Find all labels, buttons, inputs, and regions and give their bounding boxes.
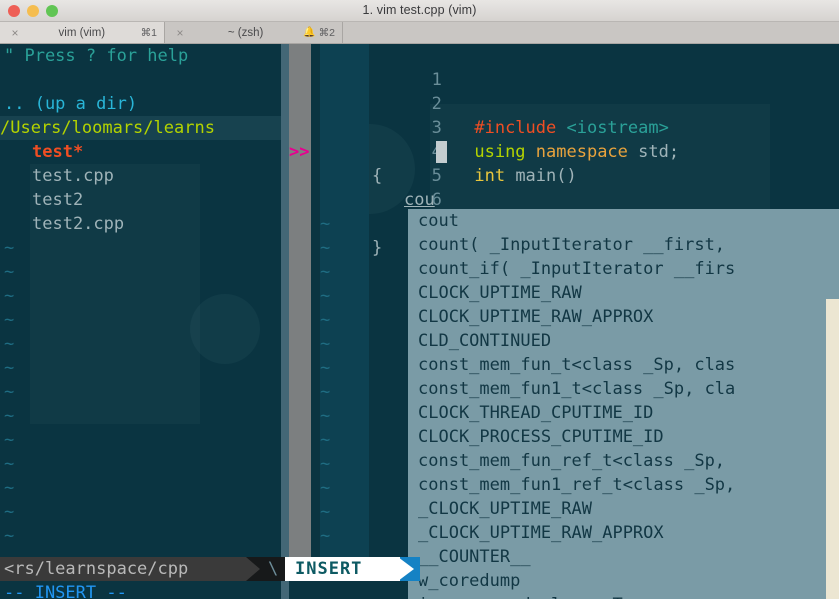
tab-bar-filler [343, 22, 839, 43]
autocomplete-item[interactable]: CLOCK_THREAD_CPUTIME_ID [418, 401, 653, 425]
status-separator: \ [268, 559, 279, 579]
nerdtree-filler: ~ [4, 382, 15, 402]
nerdtree-filler: ~ [4, 406, 15, 426]
autocomplete-item[interactable]: const_mem_fun1_t<class _Sp, cla [418, 377, 735, 401]
editor-filler: ~ [320, 502, 331, 522]
autocomplete-item[interactable]: cout [418, 209, 459, 233]
nerdtree-entry-test2-cpp[interactable]: test2.cpp [32, 212, 124, 236]
bell-icon: 🔔 [303, 27, 316, 38]
line-number: 3 [431, 118, 442, 138]
vim-scrollbar[interactable] [289, 44, 311, 557]
editor-filler: ~ [320, 286, 331, 306]
tab-shortcut: ⌘2 [318, 26, 335, 39]
code-token: main() [515, 166, 577, 186]
status-file-path: <rs/learnspace/cpp [0, 557, 246, 581]
code-line[interactable]: 1 #include <iostream> [320, 44, 669, 138]
window-titlebar: 1. vim test.cpp (vim) [0, 0, 839, 22]
tab-vim[interactable]: × vim (vim) ⌘1 [0, 22, 165, 43]
code-line[interactable]: 4 { [320, 116, 442, 186]
text-cursor [436, 141, 447, 163]
autocomplete-popup[interactable]: cout count( _InputIterator __first, coun… [408, 209, 839, 599]
nerdtree-filler: ~ [4, 358, 15, 378]
nerdtree-filler: ~ [4, 310, 15, 330]
code-line-active[interactable]: 5 cou [320, 140, 447, 210]
editor-filler: ~ [320, 310, 331, 330]
window-title: 1. vim test.cpp (vim) [362, 3, 477, 17]
line-number: 2 [431, 94, 442, 114]
editor-filler: ~ [320, 406, 331, 426]
powerline-arrow-icon [398, 557, 414, 581]
code-line[interactable]: 2 using namespace std; [320, 68, 679, 162]
vim-terminal-window: 1. vim test.cpp (vim) × vim (vim) ⌘1 × ~… [0, 0, 839, 599]
tab-zsh[interactable]: × ~ (zsh) 🔔 ⌘2 [165, 22, 343, 43]
editor-filler: ~ [320, 526, 331, 546]
window-splitter[interactable] [281, 44, 289, 599]
autocomplete-item[interactable]: CLOCK_PROCESS_CPUTIME_ID [418, 425, 664, 449]
autocomplete-item[interactable]: _CLOCK_UPTIME_RAW [418, 497, 592, 521]
nerdtree-filler: ~ [4, 238, 15, 258]
tab-label: ~ (zsh) [227, 26, 264, 39]
autocomplete-item[interactable]: const_mem_fun_ref_t<class _Sp, [418, 449, 725, 473]
editor-filler: ~ [320, 238, 331, 258]
editor-filler: ~ [320, 358, 331, 378]
autocomplete-item[interactable]: _CLOCK_UPTIME_RAW_APPROX [418, 521, 664, 545]
nerdtree-filler: ~ [4, 478, 15, 498]
status-line: <rs/learnspace/cpp \ INSERT [0, 557, 839, 581]
vim-command-line: -- INSERT -- [4, 583, 127, 599]
close-icon[interactable]: × [7, 26, 23, 40]
nerdtree-entry-test[interactable]: test* [32, 140, 83, 164]
tab-label: vim (vim) [58, 26, 106, 39]
nerdtree-filler: ~ [4, 430, 15, 450]
code-line[interactable]: 6 [320, 164, 442, 210]
code-token: } [372, 238, 383, 258]
terminal-content[interactable]: " Press ? for help .. (up a dir) /Users/… [0, 44, 839, 599]
powerline-arrow-icon [246, 557, 260, 581]
editor-filler: ~ [320, 214, 331, 234]
autocomplete-item[interactable]: CLOCK_UPTIME_RAW_APPROX [418, 305, 653, 329]
nerdtree-up-a-dir[interactable]: .. (up a dir) [4, 92, 137, 116]
close-icon[interactable]: × [172, 26, 188, 40]
editor-filler: ~ [320, 262, 331, 282]
nerdtree-filler: ~ [4, 262, 15, 282]
code-line[interactable]: 3 int main() [320, 92, 577, 186]
editor-filler: ~ [320, 382, 331, 402]
code-token: std; [638, 142, 680, 162]
autocomplete-item[interactable]: is_compound<class _Tp> [418, 593, 643, 599]
nerdtree-entry-test-cpp[interactable]: test.cpp [32, 164, 114, 188]
nerdtree-entry-test2[interactable]: test2 [32, 188, 83, 212]
status-mode-badge: INSERT [285, 557, 400, 581]
nerdtree-filler: ~ [4, 454, 15, 474]
nerdtree-filler: ~ [4, 286, 15, 306]
autocomplete-item[interactable]: count( _InputIterator __first, [418, 233, 725, 257]
code-line[interactable]: 7 } [320, 188, 442, 258]
sign-column-chevrons: >> [289, 142, 310, 162]
nerdtree-filler: ~ [4, 502, 15, 522]
nerdtree-pane[interactable]: " Press ? for help .. (up a dir) /Users/… [0, 44, 281, 599]
code-token: int [474, 166, 516, 186]
line-number: 1 [431, 70, 442, 90]
editor-filler: ~ [320, 478, 331, 498]
autocomplete-item[interactable]: const_mem_fun1_ref_t<class _Sp, [418, 473, 735, 497]
autocomplete-item[interactable]: count_if( _InputIterator __firs [418, 257, 735, 281]
editor-filler: ~ [320, 454, 331, 474]
autocomplete-item[interactable]: CLD_CONTINUED [418, 329, 551, 353]
autocomplete-scrollbar[interactable] [826, 299, 839, 599]
tab-shortcut: ⌘1 [140, 26, 157, 39]
nerdtree-filler: ~ [4, 334, 15, 354]
line-number: 5 [431, 166, 442, 186]
nerdtree-current-path: /Users/loomars/learns [0, 116, 281, 140]
autocomplete-item[interactable]: CLOCK_UPTIME_RAW [418, 281, 582, 305]
tab-bar: × vim (vim) ⌘1 × ~ (zsh) 🔔 ⌘2 [0, 22, 839, 44]
editor-filler: ~ [320, 334, 331, 354]
autocomplete-item[interactable]: const_mem_fun_t<class _Sp, clas [418, 353, 735, 377]
editor-filler: ~ [320, 430, 331, 450]
nerdtree-filler: ~ [4, 526, 15, 546]
nerdtree-help-hint: " Press ? for help [4, 46, 189, 66]
